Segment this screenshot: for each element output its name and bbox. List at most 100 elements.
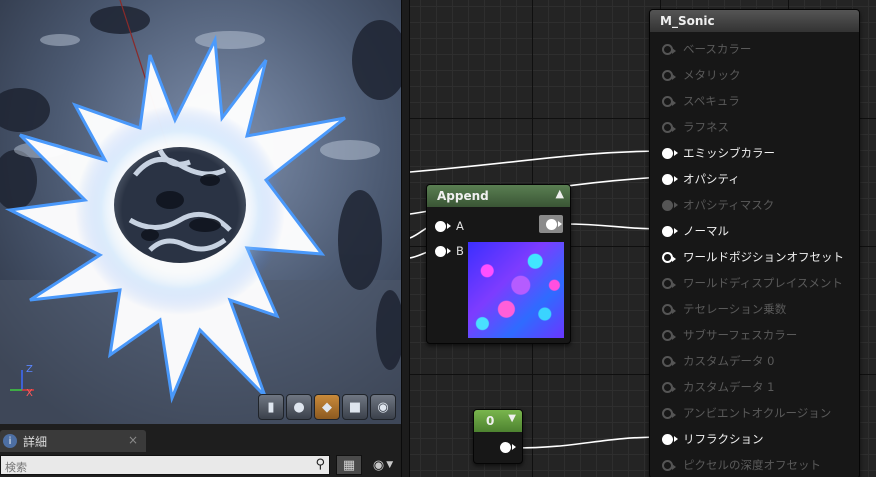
cylinder-icon: ▮: [267, 399, 275, 415]
material-pin-label: ラフネス: [683, 120, 729, 134]
pin-icon: [435, 220, 451, 232]
constant-node[interactable]: 0 ▼: [473, 409, 523, 464]
sphere-icon: ●: [293, 399, 305, 415]
material-pin-label: カスタムデータ 1: [683, 380, 775, 394]
pin-icon: [435, 245, 451, 257]
material-pin-label: オパシティマスク: [683, 198, 775, 212]
material-pin-label: テセレーション乗数: [683, 302, 787, 316]
sphere-preview-button[interactable]: ●: [286, 394, 312, 420]
material-pin[interactable]: サブサーフェスカラー: [662, 327, 797, 343]
material-pin-label: サブサーフェスカラー: [683, 328, 798, 342]
material-pin[interactable]: ベースカラー: [662, 41, 751, 57]
tab-details[interactable]: i 詳細 ×: [0, 430, 146, 452]
material-pin-label: アンビエントオクルージョン: [683, 406, 832, 420]
search-icon[interactable]: ⚲: [315, 457, 325, 472]
material-pin[interactable]: カスタムデータ 0: [662, 353, 774, 369]
material-pin-label: ノーマル: [683, 224, 729, 238]
pin-icon: [662, 277, 676, 289]
preview-render: Z X: [0, 0, 401, 424]
details-panel: i 詳細 × ⚲ ▦ ◉▼: [0, 424, 401, 477]
material-pin[interactable]: テセレーション乗数: [662, 301, 786, 317]
pin-icon: [662, 251, 676, 263]
collapse-arrow-icon[interactable]: ▲: [556, 187, 564, 200]
wire-emissive: [410, 150, 663, 173]
grid-icon: ▦: [342, 457, 356, 473]
append-input-a[interactable]: A: [435, 219, 464, 233]
pin-icon: [662, 69, 676, 81]
append-input-b[interactable]: B: [435, 244, 464, 258]
material-pin[interactable]: エミッシブカラー: [662, 145, 775, 161]
chevron-down-icon: ▼: [386, 460, 394, 470]
eye-icon: ◉: [372, 457, 385, 473]
tab-details-label: 詳細: [23, 434, 48, 449]
cube-icon: ■: [348, 399, 362, 415]
constant-node-title: 0 ▼: [474, 410, 522, 432]
material-pin[interactable]: ラフネス: [662, 119, 729, 135]
pin-icon: [662, 199, 678, 211]
material-pin[interactable]: ピクセルの深度オフセット: [662, 457, 821, 473]
material-graph-canvas[interactable]: M_Sonic ベースカラー メタリックスペキュララフネスエミッシブカラー オパシテ…: [410, 0, 876, 477]
pin-icon: [662, 329, 676, 341]
material-pin[interactable]: アンビエントオクルージョン: [662, 405, 831, 421]
material-pin-label: メタリック: [683, 68, 741, 82]
material-pin-label: スペキュラ: [683, 94, 740, 108]
pin-icon: [662, 173, 678, 185]
wire-constant-out: [513, 436, 663, 449]
pin-icon: [662, 433, 678, 445]
pin-icon: [662, 147, 678, 159]
append-output-pin[interactable]: [539, 215, 563, 233]
collapse-arrow-icon[interactable]: ▼: [508, 413, 516, 424]
material-pin[interactable]: カスタムデータ 1: [662, 379, 774, 395]
search-input[interactable]: [1, 458, 309, 477]
pin-icon: [662, 381, 676, 393]
pin-icon: [662, 355, 676, 367]
property-matrix-button[interactable]: ▦: [336, 455, 362, 475]
cube-preview-button[interactable]: ■: [342, 394, 368, 420]
visibility-menu-button[interactable]: ◉ ▼: [366, 455, 400, 475]
plane-icon: ◆: [322, 399, 332, 415]
axis-z-label: Z: [26, 364, 33, 375]
material-pin-label: ベースカラー: [683, 42, 752, 56]
material-pin[interactable]: オパシティ: [662, 171, 740, 187]
material-pin[interactable]: オパシティマスク: [662, 197, 774, 213]
info-icon: i: [3, 434, 17, 448]
material-pin[interactable]: メタリック: [662, 67, 741, 83]
axis-x-label: X: [26, 388, 33, 399]
pin-icon: [545, 218, 562, 230]
material-pin-label: エミッシブカラー: [683, 146, 775, 160]
close-icon[interactable]: ×: [128, 433, 138, 447]
teapot-icon: ◉: [377, 399, 389, 415]
plane-preview-button[interactable]: ◆: [314, 394, 340, 420]
mesh-preview-button[interactable]: ◉: [370, 394, 396, 420]
append-node-title: Append ▲: [427, 185, 570, 207]
pin-icon: [662, 121, 676, 133]
material-pin[interactable]: ノーマル: [662, 223, 729, 239]
pin-icon: [662, 43, 676, 55]
material-pin-label: オパシティ: [683, 172, 740, 186]
material-preview-viewport[interactable]: Z X ▮ ● ◆ ■ ◉: [0, 0, 401, 424]
material-pin-label: ピクセルの深度オフセット: [683, 458, 821, 472]
constant-output-pin[interactable]: [500, 442, 516, 453]
pin-icon: [662, 303, 676, 315]
pin-icon: [662, 459, 676, 471]
pin-icon: [662, 225, 678, 237]
material-pin[interactable]: リフラクション: [662, 431, 764, 447]
material-pin-label: ワールドディスプレイスメント: [683, 276, 843, 290]
append-node[interactable]: Append ▲ A B: [426, 184, 571, 344]
material-pin[interactable]: ワールドディスプレイスメント: [662, 275, 843, 291]
pin-icon: [500, 442, 516, 453]
wire-append-out: [563, 223, 663, 230]
search-box: ⚲: [0, 455, 330, 477]
pin-icon: [662, 407, 676, 419]
cylinder-preview-button[interactable]: ▮: [258, 394, 284, 420]
material-result-node[interactable]: M_Sonic ベースカラー メタリックスペキュララフネスエミッシブカラー オパシテ…: [649, 9, 860, 477]
material-pin-label: カスタムデータ 0: [683, 354, 775, 368]
material-pin-label: リフラクション: [683, 432, 764, 446]
material-pin[interactable]: ワールドポジションオフセット: [662, 249, 844, 265]
append-preview-thumbnail: [468, 242, 564, 338]
pin-icon: [662, 95, 676, 107]
panel-splitter[interactable]: [401, 0, 410, 477]
material-node-title: M_Sonic: [650, 10, 859, 32]
material-pin[interactable]: スペキュラ: [662, 93, 740, 109]
material-pin-label: ワールドポジションオフセット: [683, 250, 844, 264]
